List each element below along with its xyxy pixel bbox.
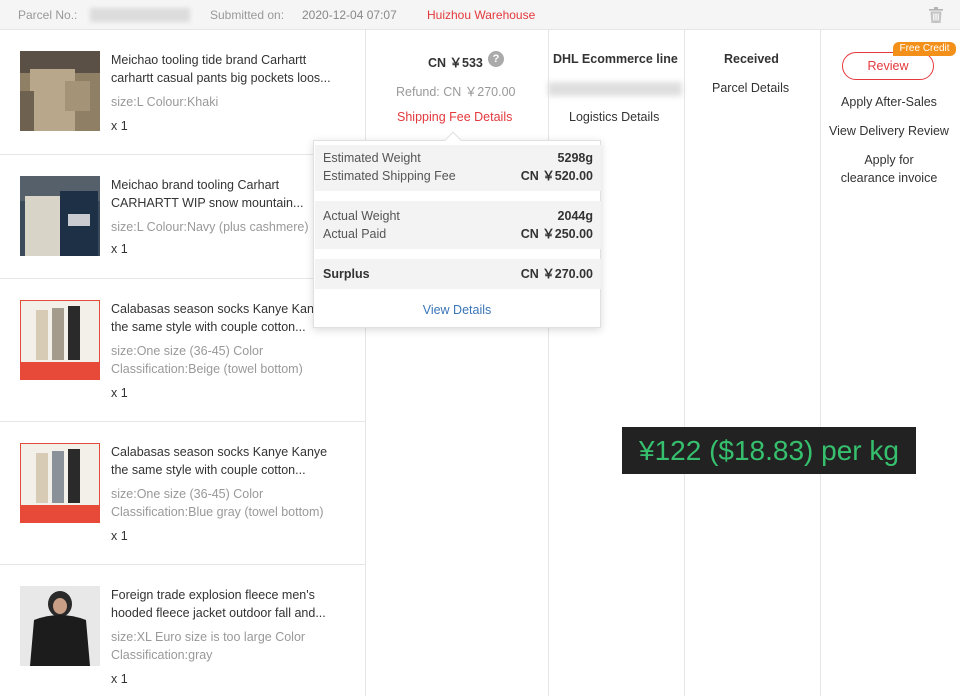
view-details-link[interactable]: View Details [314,303,600,317]
column-divider [684,30,685,696]
order-item: Foreign trade explosion fleece men's hoo… [0,565,365,696]
order-price: CN ￥533 [428,56,483,70]
product-quantity: x 1 [111,386,128,400]
column-divider [548,30,549,696]
price-per-kg-overlay: ¥122 ($18.83) per kg [622,427,916,474]
product-thumbnail[interactable] [20,51,100,131]
shipping-fee-popup: Estimated Weight 5298g Estimated Shippin… [313,131,601,328]
product-thumbnail[interactable] [20,586,100,666]
parcel-status: Received [724,52,779,66]
product-title[interactable]: Meichao brand tooling Carhart CARHARTT W… [111,176,343,212]
order-item: Calabasas season socks Kanye Kanye the s… [0,279,365,422]
shipping-fee-details-link[interactable]: Shipping Fee Details [397,110,512,124]
product-quantity: x 1 [111,529,128,543]
surplus-label: Surplus [323,267,370,281]
product-sku: size:One size (36-45) Color Classificati… [111,344,303,376]
apply-clearance-invoice-link[interactable]: Apply for clearance invoice [822,151,956,187]
estimated-weight-value: 5298g [557,151,593,165]
logistics-details-link[interactable]: Logistics Details [569,110,659,124]
product-title[interactable]: Calabasas season socks Kanye Kanye the s… [111,300,343,336]
product-sku: size:L Colour:Khaki [111,95,219,109]
order-item: Meichao tooling tide brand Carhartt carh… [0,30,365,155]
actual-weight-value: 2044g [557,209,593,223]
estimated-weight-label: Estimated Weight [323,151,421,165]
product-sku: size:One size (36-45) Color Classificati… [111,487,324,519]
carrier-name: DHL Ecommerce line [553,52,678,66]
review-button[interactable]: Review [842,52,934,80]
tracking-number-redacted [548,82,682,96]
submitted-date: 2020-12-04 07:07 [302,8,397,22]
view-delivery-review-link[interactable]: View Delivery Review [822,122,956,140]
product-quantity: x 1 [111,242,128,256]
product-title[interactable]: Meichao tooling tide brand Carhartt carh… [111,51,343,87]
refund-amount: Refund: CN ￥270.00 [396,85,516,99]
surplus-value: CN ￥270.00 [520,267,593,281]
product-title[interactable]: Foreign trade explosion fleece men's hoo… [111,586,343,622]
order-item: Meichao brand tooling Carhart CARHARTT W… [0,155,365,279]
actual-paid-value: CN ￥250.00 [520,227,593,241]
product-thumbnail[interactable] [20,443,100,523]
column-divider [820,30,821,696]
actual-paid-label: Actual Paid [323,227,387,241]
product-quantity: x 1 [111,672,128,686]
actual-block: Actual Weight 2044g Actual Paid CN ￥250.… [315,201,601,249]
product-thumbnail[interactable] [20,300,100,380]
estimated-block: Estimated Weight 5298g Estimated Shippin… [315,145,601,191]
trash-icon[interactable] [929,7,943,23]
parcel-details-link[interactable]: Parcel Details [712,81,789,95]
product-quantity: x 1 [111,119,128,133]
submitted-label: Submitted on: [210,8,285,22]
parcel-no-label: Parcel No.: [18,8,78,22]
apply-after-sales-link[interactable]: Apply After-Sales [822,93,956,111]
question-icon[interactable]: ? [488,51,504,67]
product-title[interactable]: Calabasas season socks Kanye Kanye the s… [111,443,343,479]
actual-weight-label: Actual Weight [323,209,400,223]
warehouse-name: Huizhou Warehouse [427,8,536,22]
product-sku: size:XL Euro size is too large Color Cla… [111,630,306,662]
product-thumbnail[interactable] [20,176,100,256]
parcel-header: Parcel No.: Submitted on: 2020-12-04 07:… [0,0,960,30]
parcel-no-redacted [90,8,190,22]
estimated-fee-label: Estimated Shipping Fee [323,169,456,183]
free-credit-badge: Free Credit [893,42,956,56]
column-divider [365,30,366,696]
surplus-block: Surplus CN ￥270.00 [315,259,601,289]
order-item: Calabasas season socks Kanye Kanye the s… [0,422,365,565]
estimated-fee-value: CN ￥520.00 [520,169,593,183]
